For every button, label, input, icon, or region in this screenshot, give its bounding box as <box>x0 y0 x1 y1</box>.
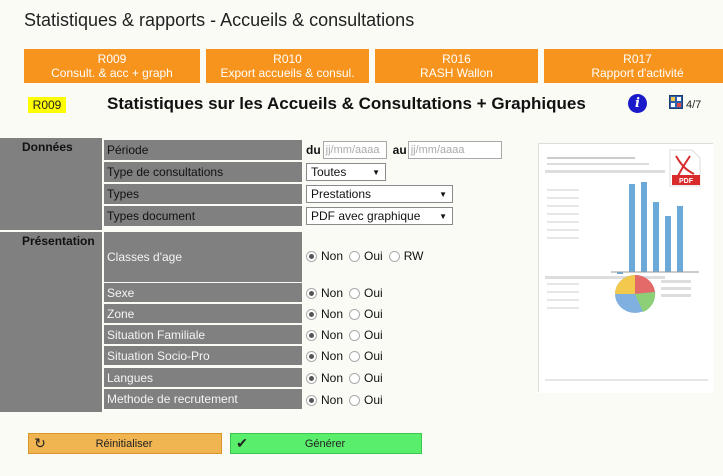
date-to-input[interactable]: jj/mm/aaaa <box>407 141 502 159</box>
radio-non[interactable] <box>306 350 317 362</box>
page-title: Statistiques & rapports - Accueils & con… <box>24 10 415 30</box>
reset-button-label: Réinitialiser <box>95 437 153 450</box>
row-label-methode-recrutement: Methode de recrutement <box>104 389 302 409</box>
tab-label: Export accueils & consul. <box>220 66 355 80</box>
chevron-down-icon: ▼ <box>372 167 380 177</box>
radio-non[interactable] <box>306 308 317 320</box>
row-label-situation-familiale: Situation Familiale <box>104 325 302 344</box>
row-label-classes-age: Classes d'age <box>104 232 302 282</box>
row-label-langues: Langues <box>104 368 302 387</box>
radio-oui[interactable] <box>349 394 361 406</box>
section-donnees: Données <box>0 138 102 230</box>
calculator-icon[interactable] <box>669 95 683 109</box>
tab-r017[interactable]: R017 Rapport d'activité <box>544 49 723 83</box>
pdf-icon: PDF <box>669 149 701 187</box>
section-presentation: Présentation <box>0 232 102 412</box>
tab-code: R017 <box>623 52 652 66</box>
radio-oui[interactable] <box>349 329 361 341</box>
report-preview-thumbnail: PDF <box>538 143 714 393</box>
report-tabs: R009 Consult. & acc + graph R010 Export … <box>24 49 723 83</box>
row-label-types-document: Types document <box>104 206 302 226</box>
types-document-select[interactable]: PDF avec graphique ▼ <box>306 207 453 225</box>
radio-rw[interactable] <box>388 250 400 262</box>
chevron-down-icon: ▼ <box>439 211 447 221</box>
info-icon[interactable]: i <box>628 94 647 113</box>
tab-code: R009 <box>97 52 127 66</box>
refresh-icon: ↻ <box>34 435 46 451</box>
radio-non[interactable] <box>306 287 317 299</box>
tab-r010[interactable]: R010 Export accueils & consul. <box>206 49 369 83</box>
classes-age-radios: Non Oui RW <box>306 249 429 263</box>
radio-oui[interactable] <box>349 350 361 362</box>
period-controls: du jj/mm/aaaa au jj/mm/aaaa <box>306 141 502 159</box>
tab-code: R010 <box>273 52 302 66</box>
radio-non[interactable] <box>306 372 317 384</box>
generate-button[interactable]: ✔ Générer <box>230 433 422 454</box>
radio-non[interactable] <box>306 250 317 262</box>
radio-oui[interactable] <box>349 308 361 320</box>
row-label-type-consultations: Type de consultations <box>104 162 302 182</box>
radio-oui[interactable] <box>349 287 361 299</box>
page-counter: 4/7 <box>686 99 702 111</box>
select-value: Prestations <box>311 187 372 201</box>
type-consultations-select[interactable]: Toutes ▼ <box>306 163 386 181</box>
tab-r016[interactable]: R016 RASH Wallon <box>375 49 538 83</box>
select-value: PDF avec graphique <box>311 209 421 223</box>
radio-non[interactable] <box>306 329 317 341</box>
tab-label: RASH Wallon <box>420 66 493 80</box>
period-to-label: au <box>392 143 407 157</box>
radio-non[interactable] <box>306 394 317 406</box>
generate-button-label: Générer <box>304 437 346 450</box>
row-label-sexe: Sexe <box>104 283 302 302</box>
checkmark-icon: ✔ <box>236 435 248 451</box>
row-label-types: Types <box>104 184 302 204</box>
period-from-label: du <box>306 143 321 157</box>
row-label-zone: Zone <box>104 304 302 323</box>
tab-label: Consult. & acc + graph <box>51 66 173 80</box>
select-value: Toutes <box>311 165 347 179</box>
reset-button[interactable]: ↻ Réinitialiser <box>28 433 222 454</box>
tab-r009[interactable]: R009 Consult. & acc + graph <box>24 49 200 83</box>
pdf-badge-label: PDF <box>679 178 694 185</box>
report-heading: Statistiques sur les Accueils & Consulta… <box>107 94 586 113</box>
chevron-down-icon: ▼ <box>439 189 447 199</box>
report-code-badge: R009 <box>28 97 66 113</box>
radio-oui[interactable] <box>349 250 361 262</box>
tab-label: Rapport d'activité <box>591 66 684 80</box>
types-select[interactable]: Prestations ▼ <box>306 185 453 203</box>
tab-code: R016 <box>442 52 471 66</box>
radio-oui[interactable] <box>349 372 361 384</box>
row-label-situation-socio-pro: Situation Socio-Pro <box>104 346 302 365</box>
row-label-periode: Période <box>104 140 302 160</box>
date-from-input[interactable]: jj/mm/aaaa <box>322 141 387 159</box>
